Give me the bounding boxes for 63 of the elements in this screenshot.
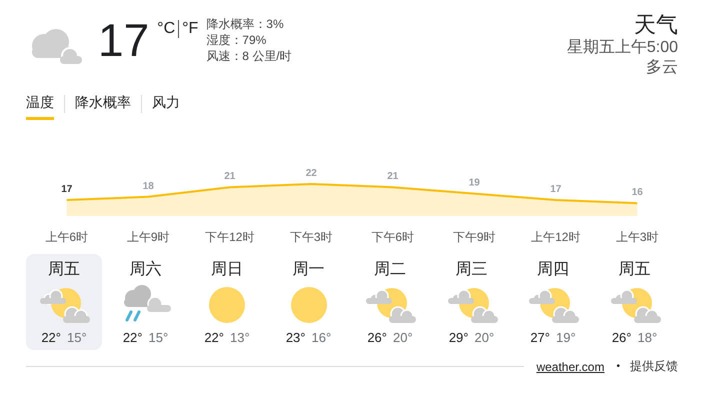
time-label: 上午6时: [44, 229, 90, 246]
low-temperature: 15°: [67, 330, 87, 345]
day-name: 周五: [48, 260, 80, 280]
day-name: 周三: [456, 260, 488, 280]
high-temperature: 22°: [204, 330, 224, 345]
day-name: 周一: [292, 260, 324, 280]
temperature-label: 19: [468, 178, 480, 189]
source-link[interactable]: weather.com: [536, 360, 604, 374]
low-temperature: 16°: [312, 330, 332, 345]
tab[interactable]: 温度: [26, 94, 54, 120]
low-temperature: 20°: [393, 330, 413, 345]
celsius-unit-link[interactable]: °C: [157, 20, 176, 38]
weather-condition: 多云: [646, 58, 678, 78]
feedback-link[interactable]: 提供反馈: [630, 358, 678, 375]
time-label: 上午3时: [614, 229, 660, 246]
time-label: 下午6时: [370, 229, 416, 246]
time-label: 下午3时: [288, 229, 334, 246]
temperature-label: 22: [306, 168, 317, 179]
time-label: 下午12时: [204, 229, 256, 246]
time-label: 上午12时: [530, 229, 582, 246]
current-temperature: 17: [98, 14, 150, 66]
low-temperature: 18°: [638, 330, 658, 345]
day-name: 周五: [618, 260, 650, 280]
temperature-label: 16: [632, 187, 643, 198]
low-temperature: 20°: [474, 330, 494, 345]
weather-detail: 降水概率：3%: [206, 16, 285, 32]
current-time: 星期五上午5:00: [566, 38, 678, 58]
low-temperature: 13°: [230, 330, 250, 345]
weather-detail: 风速：8 公里/时: [206, 48, 292, 64]
high-temperature: 22°: [122, 330, 142, 345]
temperature-label: 21: [224, 171, 236, 182]
day-name: 周四: [537, 260, 569, 280]
day-forecast[interactable]: 周四 27° 19°: [515, 254, 591, 350]
temperature-label: 21: [387, 171, 398, 182]
day-name: 周二: [374, 260, 406, 280]
high-temperature: 27°: [530, 330, 550, 345]
fahrenheit-unit-link[interactable]: °F: [178, 20, 198, 38]
high-temperature: 29°: [448, 330, 468, 345]
high-temperature: 22°: [41, 330, 61, 345]
day-name: 周六: [130, 260, 162, 280]
time-label: 下午9时: [452, 229, 497, 246]
temperature-label: 18: [142, 180, 154, 192]
day-forecast[interactable]: 周二 26° 20°: [352, 254, 428, 350]
high-temperature: 26°: [367, 330, 387, 345]
day-forecast[interactable]: 周六 22° 15°: [108, 254, 184, 350]
temperature-label: 17: [61, 184, 72, 195]
day-forecast[interactable]: 周日 22° 13°: [189, 254, 265, 350]
day-forecast[interactable]: 周三 29° 20°: [434, 254, 510, 350]
low-temperature: 15°: [148, 330, 168, 345]
day-forecast[interactable]: 周五 26° 18°: [596, 254, 672, 350]
separator-dot: •: [616, 361, 620, 372]
tab[interactable]: 风力: [152, 94, 180, 120]
day-forecast[interactable]: 周五 22° 15°: [26, 254, 102, 350]
high-temperature: 23°: [286, 330, 306, 345]
widget-title: 天气: [634, 12, 678, 38]
high-temperature: 26°: [612, 330, 632, 345]
day-forecast[interactable]: 周一 23° 16°: [270, 254, 346, 350]
day-name: 周日: [211, 260, 243, 280]
time-label: 上午9时: [126, 229, 171, 246]
weather-detail: 湿度：79%: [206, 32, 268, 48]
tab[interactable]: 降水概率: [75, 94, 131, 120]
low-temperature: 19°: [556, 330, 576, 345]
temperature-label: 17: [550, 184, 562, 195]
